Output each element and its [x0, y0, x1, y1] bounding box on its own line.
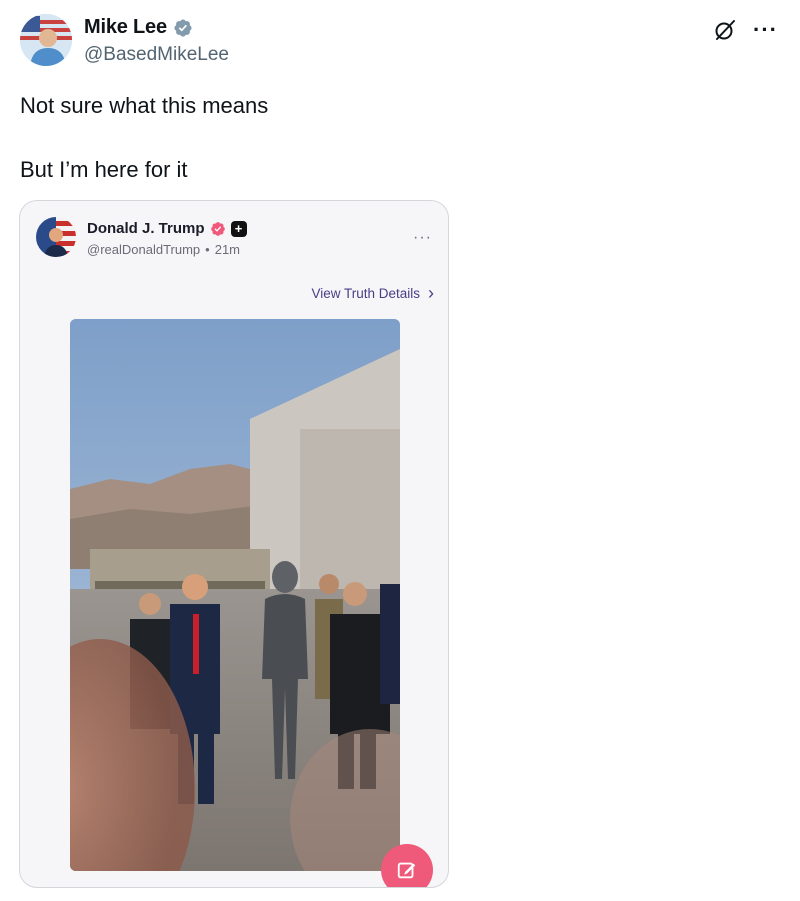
view-truth-details-label: View Truth Details	[311, 286, 420, 301]
author-name-row: Mike Lee	[84, 16, 193, 39]
embedded-more-icon: ···	[413, 229, 432, 246]
embedded-author-avatar	[36, 217, 76, 257]
plus-badge-icon: +	[230, 220, 247, 237]
embedded-author-row: Donald J. Trump +	[87, 220, 247, 237]
tweet-actions-top: ···	[713, 18, 778, 42]
embedded-post-time: 21m	[214, 242, 241, 257]
verified-badge-icon	[210, 221, 225, 236]
meta-separator: •	[205, 242, 210, 257]
embedded-meta: @realDonaldTrump • 21m	[87, 242, 240, 257]
view-truth-details-link: View Truth Details ›	[311, 283, 434, 304]
photo-illustration	[70, 319, 400, 871]
compose-icon	[397, 862, 416, 879]
tweet-text: Not sure what this means But I’m here fo…	[20, 90, 268, 186]
post-photo	[70, 319, 400, 871]
author-name[interactable]: Mike Lee	[84, 16, 167, 39]
more-options-icon[interactable]: ···	[753, 19, 778, 41]
chevron-right-icon: ›	[428, 283, 434, 303]
grok-icon[interactable]	[713, 18, 737, 42]
tweet-text-line-2: But I’m here for it	[20, 157, 188, 182]
embedded-author-handle: @realDonaldTrump	[87, 242, 201, 257]
embedded-post-image[interactable]: Donald J. Trump + @realDonaldTrump • 21m…	[19, 200, 449, 888]
author-handle[interactable]: @BasedMikeLee	[84, 44, 229, 66]
author-avatar[interactable]	[20, 14, 72, 66]
compose-button	[381, 844, 433, 887]
embedded-author-name: Donald J. Trump	[87, 220, 205, 237]
verified-badge-icon	[174, 18, 192, 37]
tweet-text-line-1: Not sure what this means	[20, 93, 269, 118]
